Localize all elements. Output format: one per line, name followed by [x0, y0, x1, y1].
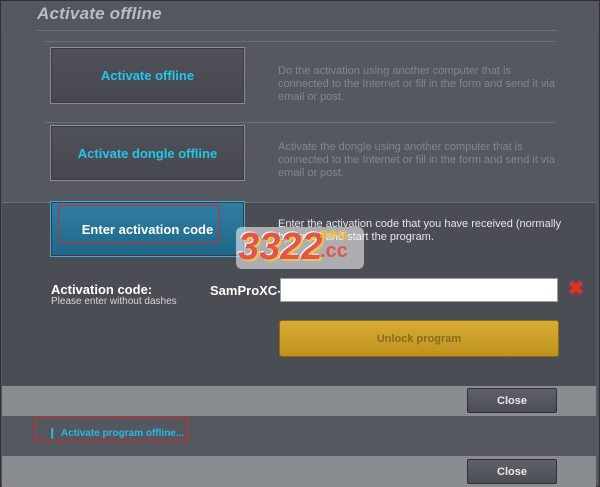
activation-code-prefix: SamProXC- — [210, 283, 282, 298]
unlock-program-label: Unlock program — [376, 332, 462, 345]
activate-offline-button[interactable]: Activate offline — [50, 47, 245, 104]
close-label: Close — [497, 465, 527, 478]
close-button-outer[interactable]: Close — [467, 459, 557, 484]
divider — [45, 41, 555, 42]
divider — [45, 122, 555, 123]
close-button[interactable]: Close — [467, 388, 557, 413]
watermark-number: 3322 — [238, 226, 323, 268]
highlight-box — [58, 205, 220, 243]
highlight-box — [35, 416, 188, 442]
clear-icon[interactable]: ✖ — [565, 279, 587, 301]
title-divider — [37, 30, 557, 31]
unlock-program-button[interactable]: Unlock program — [279, 320, 559, 357]
activate-offline-description: Do the activation using another computer… — [278, 65, 555, 103]
activation-code-input[interactable] — [280, 278, 558, 302]
close-label: Close — [497, 394, 527, 407]
watermark-suffix: .cc — [320, 240, 348, 262]
window-title: Activate offline — [37, 4, 162, 23]
activate-offline-label: Activate offline — [100, 68, 195, 83]
activate-dongle-offline-description: Activate the dongle using another comput… — [278, 141, 555, 179]
activate-dongle-offline-label: Activate dongle offline — [77, 145, 218, 161]
activation-code-label: Activation code: — [51, 282, 153, 297]
activate-dongle-offline-button[interactable]: Activate dongle offline — [50, 125, 245, 181]
watermark-cn-text: 软件站 — [320, 230, 348, 240]
activation-code-hint: Please enter without dashes — [51, 296, 177, 307]
